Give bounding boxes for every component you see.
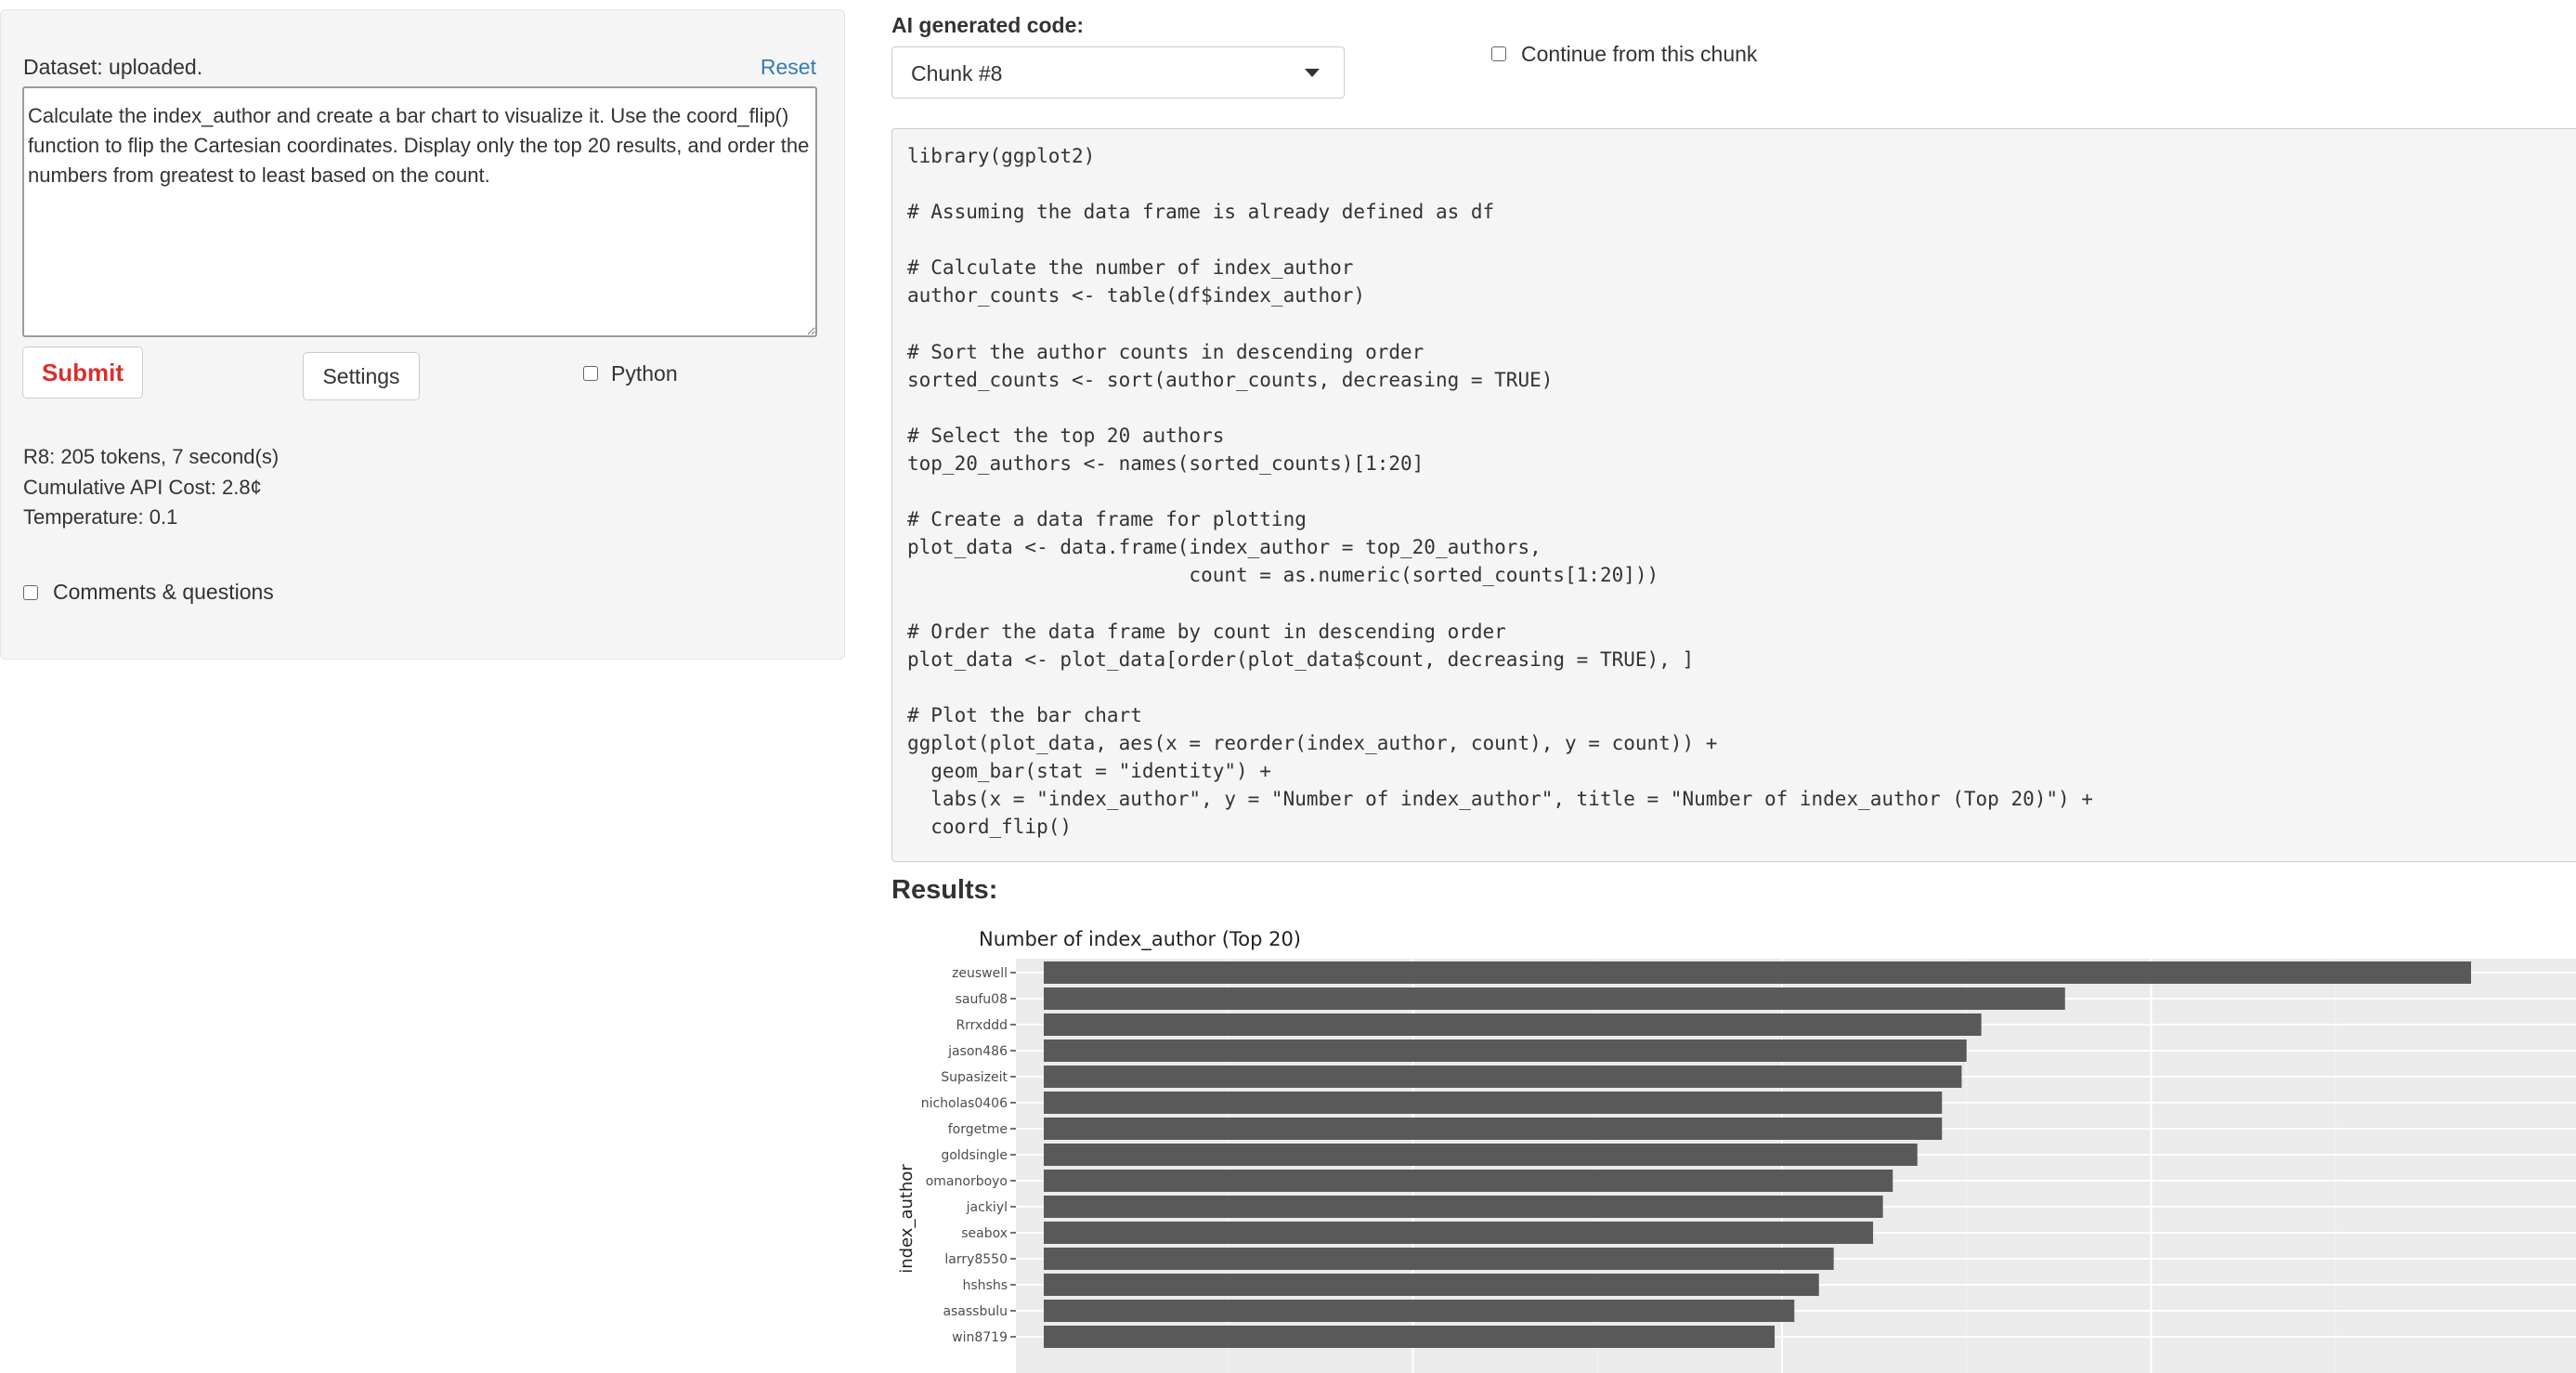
chart-title: Number of index_author (Top 20): [979, 928, 1301, 951]
code-line: sorted_counts <- sort(author_counts, dec…: [907, 368, 1554, 391]
tick-label: larry8550: [944, 1252, 1008, 1267]
chunk-select[interactable]: Chunk #8: [891, 46, 1345, 98]
code-line: # Calculate the number of index_author: [907, 256, 1354, 280]
tick-label: Rrrxddd: [956, 1018, 1008, 1033]
tick-label: zeuswell: [952, 966, 1008, 981]
tick-label: nicholas0406: [921, 1096, 1008, 1111]
bar: [1044, 1013, 1982, 1036]
bar: [1044, 1326, 1776, 1348]
bar: [1044, 1066, 1962, 1088]
reset-link[interactable]: Reset: [761, 55, 816, 80]
python-checkbox[interactable]: [583, 366, 598, 381]
query-panel: Dataset: uploaded. Reset Submit Settings…: [0, 9, 845, 660]
tick-label: jackiyl: [966, 1200, 1008, 1215]
prompt-input[interactable]: [22, 86, 817, 337]
code-line: plot_data <- data.frame(index_author = t…: [907, 536, 1542, 559]
tokens-info: R8: 205 tokens, 7 second(s): [23, 445, 280, 468]
bar: [1044, 1196, 1883, 1218]
code-line: library(ggplot2): [907, 145, 1096, 167]
tick-label: seabox: [961, 1226, 1008, 1241]
settings-button[interactable]: Settings: [303, 352, 420, 400]
temperature-info: Temperature: 0.1: [23, 505, 178, 529]
code-block: library(ggplot2) # Assuming the data fram…: [891, 128, 2576, 862]
code-panel-title: AI generated code:: [891, 13, 1085, 37]
bar: [1044, 1300, 1795, 1322]
bar: [1044, 1144, 1918, 1166]
bar: [1044, 1040, 1967, 1062]
api-cost-info: Cumulative API Cost: 2.8¢: [23, 476, 262, 499]
code-line: # Sort the author counts in descending o…: [907, 340, 1425, 363]
bar: [1044, 1274, 1819, 1296]
tick-label: Supasizeit: [941, 1070, 1008, 1085]
bar: [1044, 1222, 1874, 1244]
code-line: # Order the data frame by count in desce…: [907, 620, 1506, 643]
chunk-select-value: Chunk #8: [911, 61, 1003, 85]
code-line: # Assuming the data frame is already def…: [907, 201, 1495, 224]
bar: [1044, 961, 2471, 984]
bar: [1044, 1170, 1893, 1192]
code-line: top_20_authors <- names(sorted_counts)[1…: [907, 452, 1425, 476]
results-title: Results:: [891, 875, 998, 905]
tick-label: goldsingle: [941, 1148, 1008, 1163]
tick-label: win8719: [952, 1330, 1008, 1345]
bar: [1044, 1092, 1943, 1114]
bar-chart: Number of index_author (Top 20) zeuswell s…: [897, 928, 2576, 1373]
code-line: geom_bar(stat = "identity") +: [907, 760, 1271, 783]
bar: [1044, 1248, 1834, 1270]
continue-label: Continue from this chunk: [1521, 42, 1758, 66]
continue-checkbox[interactable]: [1491, 46, 1506, 61]
code-line: count = as.numeric(sorted_counts[1:20])): [907, 564, 1659, 587]
tick-label: asassbulu: [943, 1304, 1008, 1319]
code-line: # Create a data frame for plotting: [907, 508, 1307, 531]
code-line: # Plot the bar chart: [907, 703, 1142, 726]
bar: [1044, 987, 2065, 1010]
code-line: coord_flip(): [907, 816, 1073, 839]
chevron-down-icon: [1305, 69, 1320, 77]
axis-label: index_author: [897, 1164, 917, 1274]
code-line: # Select the top 20 authors: [907, 424, 1225, 447]
code-line: labs(x = "index_author", y = "Number of …: [907, 788, 2093, 811]
submit-button[interactable]: Submit: [22, 347, 143, 399]
tick-label: saufu08: [956, 992, 1008, 1007]
tick-label: omanorboyo: [926, 1174, 1008, 1189]
code-line: plot_data <- plot_data[order(plot_data$c…: [907, 647, 1695, 671]
comments-label: Comments & questions: [53, 580, 274, 604]
tick-label: forgetme: [948, 1122, 1008, 1137]
code-line: author_counts <- table(df$index_author): [907, 284, 1366, 307]
code-line: ggplot(plot_data, aes(x = reorder(index_…: [907, 731, 1718, 754]
dataset-status: Dataset: uploaded.: [23, 55, 203, 79]
bar: [1044, 1118, 1943, 1140]
tick-label: jason486: [947, 1044, 1008, 1059]
tick-label: hshshs: [962, 1278, 1008, 1293]
comments-checkbox[interactable]: [23, 585, 38, 600]
python-label: Python: [611, 361, 678, 386]
